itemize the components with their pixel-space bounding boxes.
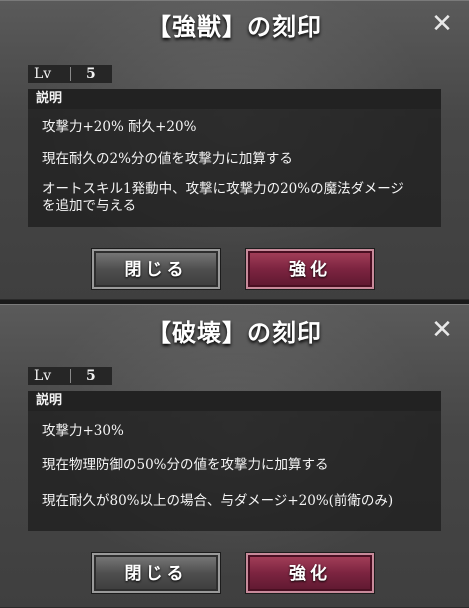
- description-body: 攻撃力+30% 現在物理防御の50%分の値を攻撃力に加算する 現在耐久が80%以…: [28, 411, 441, 531]
- level-badge: Lv 5: [28, 65, 112, 83]
- description-body: 攻撃力+20% 耐久+20% 現在耐久の2%分の値を攻撃力に加算する オートスキ…: [28, 109, 441, 227]
- close-icon[interactable]: ✕: [429, 317, 455, 343]
- dialog-panel-strong-beast: 【強獣】の刻印 ✕ Lv 5 説明 攻撃力+20% 耐久+20% 現在耐久の2%…: [0, 0, 469, 300]
- close-button[interactable]: 閉じる: [92, 249, 220, 289]
- description-line: 攻撃力+30%: [42, 423, 124, 439]
- level-badge: Lv 5: [28, 367, 112, 385]
- description-line: オートスキル1発動中、攻撃に攻撃力の20%の魔法ダメージ: [42, 181, 404, 197]
- description-line: 現在物理防御の50%分の値を攻撃力に加算する: [42, 457, 329, 473]
- description-header: 説明: [28, 89, 441, 109]
- level-divider: [70, 369, 71, 383]
- level-divider: [70, 67, 71, 81]
- level-label: Lv: [34, 66, 52, 82]
- description-header: 説明: [28, 391, 441, 411]
- close-icon[interactable]: ✕: [429, 11, 455, 37]
- level-value: 5: [86, 66, 96, 82]
- close-button[interactable]: 閉じる: [92, 553, 220, 593]
- description-line: 現在耐久が80%以上の場合、与ダメージ+20%(前衛のみ): [42, 493, 394, 509]
- level-label: Lv: [34, 368, 52, 384]
- description-line: 攻撃力+20% 耐久+20%: [42, 119, 197, 135]
- dialog-title: 【破壊】の刻印: [147, 318, 322, 347]
- description-line: 現在耐久の2%分の値を攻撃力に加算する: [42, 151, 293, 167]
- description-line: を追加で与える: [42, 198, 137, 214]
- level-value: 5: [86, 368, 96, 384]
- dialog-title: 【強獣】の刻印: [147, 12, 322, 41]
- enhance-button[interactable]: 強化: [246, 553, 374, 593]
- enhance-button[interactable]: 強化: [246, 249, 374, 289]
- dialog-panel-destruction: 【破壊】の刻印 ✕ Lv 5 説明 攻撃力+30% 現在物理防御の50%分の値を…: [0, 304, 469, 608]
